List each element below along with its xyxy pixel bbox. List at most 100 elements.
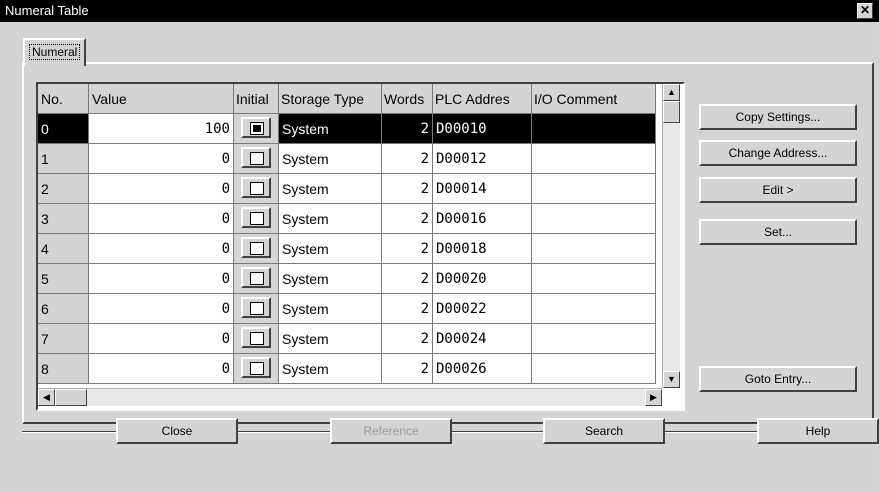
value-cell[interactable]: 0 bbox=[88, 143, 234, 174]
plc-address-cell[interactable]: D00010 bbox=[432, 113, 532, 144]
io-comment-cell[interactable] bbox=[531, 323, 656, 354]
initial-checkbox[interactable] bbox=[241, 236, 271, 258]
plc-address-cell[interactable]: D00024 bbox=[432, 323, 532, 354]
table-row[interactable]: 8 0 System 2 D00026 bbox=[38, 353, 656, 384]
words-cell[interactable]: 2 bbox=[381, 323, 433, 354]
scroll-right-button[interactable]: ▶ bbox=[645, 389, 662, 406]
table-row[interactable]: 7 0 System 2 D00024 bbox=[38, 323, 656, 354]
initial-checkbox[interactable] bbox=[241, 326, 271, 348]
vertical-scrollbar[interactable]: ▲ ▼ bbox=[662, 84, 680, 388]
plc-address-cell[interactable]: D00016 bbox=[432, 203, 532, 234]
scroll-up-button[interactable]: ▲ bbox=[663, 84, 680, 101]
column-header-plc-address[interactable]: PLC Addres bbox=[432, 84, 532, 114]
table-row[interactable]: 3 0 System 2 D00016 bbox=[38, 203, 656, 234]
value-cell[interactable]: 0 bbox=[88, 323, 234, 354]
table-row[interactable]: 1 0 System 2 D00012 bbox=[38, 143, 656, 174]
initial-cell[interactable] bbox=[233, 113, 279, 144]
io-comment-cell[interactable] bbox=[531, 233, 656, 264]
io-comment-cell[interactable] bbox=[531, 263, 656, 294]
io-comment-cell[interactable] bbox=[531, 203, 656, 234]
initial-cell[interactable] bbox=[233, 263, 279, 294]
tab-numeral[interactable]: Numeral bbox=[23, 38, 87, 66]
numeral-grid[interactable]: No. Value Initial Storage Type Words PLC… bbox=[36, 82, 685, 411]
io-comment-cell[interactable] bbox=[531, 173, 656, 204]
io-comment-cell[interactable] bbox=[531, 113, 656, 144]
edit-button[interactable]: Edit > bbox=[699, 177, 857, 203]
table-row[interactable]: 5 0 System 2 D00020 bbox=[38, 263, 656, 294]
horizontal-scrollbar[interactable]: ◀ ▶ bbox=[38, 388, 662, 406]
initial-checkbox[interactable] bbox=[241, 176, 271, 198]
close-button[interactable]: Close bbox=[116, 418, 238, 444]
value-cell[interactable]: 0 bbox=[88, 233, 234, 264]
row-number: 0 bbox=[38, 113, 89, 144]
words-cell[interactable]: 2 bbox=[381, 203, 433, 234]
words-cell[interactable]: 2 bbox=[381, 233, 433, 264]
plc-address-cell[interactable]: D00014 bbox=[432, 173, 532, 204]
words-cell[interactable]: 2 bbox=[381, 173, 433, 204]
column-header-words[interactable]: Words bbox=[381, 84, 433, 114]
value-cell[interactable]: 0 bbox=[88, 293, 234, 324]
storage-type-cell[interactable]: System bbox=[278, 323, 382, 354]
initial-cell[interactable] bbox=[233, 203, 279, 234]
checked-box-icon bbox=[250, 121, 264, 135]
goto-entry-button[interactable]: Goto Entry... bbox=[699, 366, 857, 392]
io-comment-cell[interactable] bbox=[531, 143, 656, 174]
storage-type-cell[interactable]: System bbox=[278, 173, 382, 204]
table-row[interactable]: 4 0 System 2 D00018 bbox=[38, 233, 656, 264]
words-cell[interactable]: 2 bbox=[381, 143, 433, 174]
help-button[interactable]: Help bbox=[757, 418, 879, 444]
column-header-value[interactable]: Value bbox=[88, 84, 234, 114]
copy-settings-button[interactable]: Copy Settings... bbox=[699, 104, 857, 130]
table-row[interactable]: 2 0 System 2 D00014 bbox=[38, 173, 656, 204]
initial-checkbox[interactable] bbox=[241, 356, 271, 378]
vertical-scroll-thumb[interactable] bbox=[663, 101, 680, 123]
initial-cell[interactable] bbox=[233, 353, 279, 384]
initial-checkbox[interactable] bbox=[241, 296, 271, 318]
words-cell[interactable]: 2 bbox=[381, 263, 433, 294]
value-cell[interactable]: 100 bbox=[88, 113, 234, 144]
value-cell[interactable]: 0 bbox=[88, 263, 234, 294]
table-row[interactable]: 6 0 System 2 D00022 bbox=[38, 293, 656, 324]
close-window-button[interactable]: ✕ bbox=[857, 3, 873, 19]
storage-type-cell[interactable]: System bbox=[278, 203, 382, 234]
initial-cell[interactable] bbox=[233, 293, 279, 324]
initial-checkbox[interactable] bbox=[241, 116, 271, 138]
column-header-io-comment[interactable]: I/O Comment bbox=[531, 84, 656, 114]
column-header-initial[interactable]: Initial bbox=[233, 84, 279, 114]
storage-type-cell[interactable]: System bbox=[278, 293, 382, 324]
words-cell[interactable]: 2 bbox=[381, 113, 433, 144]
words-cell[interactable]: 2 bbox=[381, 353, 433, 384]
initial-checkbox[interactable] bbox=[241, 206, 271, 228]
io-comment-cell[interactable] bbox=[531, 293, 656, 324]
initial-checkbox[interactable] bbox=[241, 266, 271, 288]
words-cell[interactable]: 2 bbox=[381, 293, 433, 324]
plc-address-cell[interactable]: D00012 bbox=[432, 143, 532, 174]
value-cell[interactable]: 0 bbox=[88, 353, 234, 384]
set-button[interactable]: Set... bbox=[699, 219, 857, 245]
storage-type-cell[interactable]: System bbox=[278, 113, 382, 144]
scroll-down-button[interactable]: ▼ bbox=[663, 371, 680, 388]
initial-cell[interactable] bbox=[233, 143, 279, 174]
column-header-no[interactable]: No. bbox=[38, 84, 89, 114]
initial-checkbox[interactable] bbox=[241, 146, 271, 168]
search-button[interactable]: Search bbox=[543, 418, 665, 444]
storage-type-cell[interactable]: System bbox=[278, 233, 382, 264]
value-cell[interactable]: 0 bbox=[88, 203, 234, 234]
horizontal-scroll-thumb[interactable] bbox=[55, 389, 87, 406]
plc-address-cell[interactable]: D00020 bbox=[432, 263, 532, 294]
value-cell[interactable]: 0 bbox=[88, 173, 234, 204]
plc-address-cell[interactable]: D00026 bbox=[432, 353, 532, 384]
initial-cell[interactable] bbox=[233, 233, 279, 264]
plc-address-cell[interactable]: D00022 bbox=[432, 293, 532, 324]
plc-address-cell[interactable]: D00018 bbox=[432, 233, 532, 264]
table-row[interactable]: 0 100 System 2 D00010 bbox=[38, 113, 656, 144]
column-header-storage-type[interactable]: Storage Type bbox=[278, 84, 382, 114]
change-address-button[interactable]: Change Address... bbox=[699, 140, 857, 166]
storage-type-cell[interactable]: System bbox=[278, 263, 382, 294]
initial-cell[interactable] bbox=[233, 323, 279, 354]
initial-cell[interactable] bbox=[233, 173, 279, 204]
storage-type-cell[interactable]: System bbox=[278, 353, 382, 384]
io-comment-cell[interactable] bbox=[531, 353, 656, 384]
storage-type-cell[interactable]: System bbox=[278, 143, 382, 174]
scroll-left-button[interactable]: ◀ bbox=[38, 389, 55, 406]
